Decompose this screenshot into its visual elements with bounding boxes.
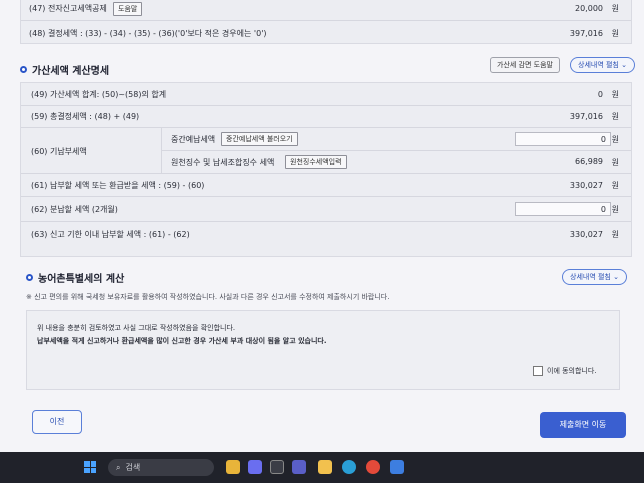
row-61-unit: 원 [611, 180, 619, 190]
penalty-section-title: 가산세액 계산명세 [20, 62, 109, 77]
tax-summary-box: (47) 전자신고세액공제 도움말 20,000 원 (48) 결정세액 : (… [20, 0, 632, 44]
row-60-divider [161, 128, 162, 174]
row-62-unit: 원 [611, 204, 619, 214]
row-63-value: 330,027 [569, 229, 603, 239]
row-47-label: (47) 전자신고세액공제 [29, 4, 107, 13]
row-48-label: (48) 결정세액 : (33) - (34) - (35) - (36)('0… [29, 28, 267, 38]
interim-prepay-input[interactable]: 0 [515, 132, 611, 146]
row-61-value: 330,027 [569, 180, 603, 190]
app-icon[interactable] [390, 460, 404, 474]
edge-icon[interactable] [342, 460, 356, 474]
row-48-value: 397,016 [569, 28, 603, 38]
section-bullet-icon [26, 274, 33, 281]
row-48-unit: 원 [611, 28, 619, 38]
row-60-sub-divider [161, 150, 631, 151]
confirm-line-2: 납부세액을 적게 신고하거나 환급세액을 많이 신고한 경우 가산세 부과 대상… [37, 337, 327, 345]
taskbar-search[interactable]: ⌕ 검색 [108, 459, 214, 476]
row-59-value: 397,016 [569, 112, 603, 121]
teams-icon[interactable] [292, 460, 306, 474]
chat-icon[interactable] [248, 460, 262, 474]
row-62: (62) 분납할 세액 (2개월) 0 원 [21, 197, 631, 222]
row-60: (60) 기납부세액 중간예납세액 중간예납세액 불러오기 0 원 원천징수 및… [21, 128, 631, 174]
row-60-label: (60) 기납부세액 [31, 147, 87, 156]
withholding-unit: 원 [611, 158, 619, 167]
withholding-input-button[interactable]: 원천징수세액입력 [285, 155, 347, 169]
next-button[interactable]: 제출화면 이동 [540, 412, 626, 438]
row-62-label: (62) 분납할 세액 (2개월) [31, 204, 118, 214]
row-63-label: (63) 신고 기한 이내 납부할 세액 : (61) - (62) [31, 229, 190, 239]
row-61-label: (61) 납부할 세액 또는 환급받을 세액 : (59) - (60) [31, 180, 205, 190]
row-59-label: (59) 총결정세액 : (48) + (49) [31, 112, 140, 121]
rural-section-title: 농어촌특별세의 계산 [26, 270, 124, 285]
row-49: (49) 가산세액 합계: (50)~(58)의 합계 0 원 [21, 83, 631, 106]
prev-button[interactable]: 이전 [32, 410, 82, 434]
agree-label: 이에 동의합니다. [547, 367, 597, 375]
penalty-detail-toggle[interactable]: 상세내역 펼침 ⌄ [570, 57, 635, 73]
row-47: (47) 전자신고세액공제 도움말 20,000 원 [21, 0, 631, 21]
rural-detail-toggle[interactable]: 상세내역 펼침 ⌄ [562, 269, 627, 285]
row-63: (63) 신고 기한 이내 납부할 세액 : (61) - (62) 330,0… [21, 222, 631, 246]
penalty-box: (49) 가산세액 합계: (50)~(58)의 합계 0 원 (59) 총결정… [20, 82, 632, 257]
confirm-line-1: 위 내용을 충분히 검토하였고 사실 그대로 작성하였음을 확인합니다. [37, 324, 236, 332]
row-63-unit: 원 [611, 229, 619, 239]
chevron-down-icon: ⌄ [621, 61, 627, 69]
agree-checkbox[interactable] [533, 366, 543, 376]
taskbar-search-label: 검색 [125, 463, 141, 472]
page: (47) 전자신고세액공제 도움말 20,000 원 (48) 결정세액 : (… [0, 0, 644, 452]
withholding-label: 원천징수 및 납세조합징수 세액 [171, 158, 275, 167]
interim-unit: 원 [611, 135, 619, 144]
row-47-unit: 원 [611, 4, 619, 13]
taskbar: ⌕ 검색 [0, 452, 644, 483]
rural-notice: ※ 신고 편의를 위해 국세청 보유자료를 활용하여 작성하였습니다. 사실과 … [26, 293, 390, 301]
windows-start-icon[interactable] [84, 461, 96, 473]
search-icon: ⌕ [116, 462, 121, 472]
camera-icon[interactable] [270, 460, 284, 474]
row-47-value: 20,000 [575, 4, 603, 13]
chrome-icon[interactable] [366, 460, 380, 474]
load-interim-button[interactable]: 중간예납세액 불러오기 [221, 132, 298, 146]
file-explorer-icon[interactable] [226, 460, 240, 474]
row-49-unit: 원 [611, 89, 619, 99]
withholding-value: 66,989 [575, 157, 603, 166]
row-59: (59) 총결정세액 : (48) + (49) 397,016 원 [21, 106, 631, 128]
installment-input[interactable]: 0 [515, 202, 611, 216]
section-bullet-icon [20, 66, 27, 73]
confirm-box: 위 내용을 충분히 검토하였고 사실 그대로 작성하였음을 확인합니다. 납부세… [26, 310, 620, 390]
row-59-unit: 원 [611, 112, 619, 121]
interim-prepay-label: 중간예납세액 [171, 135, 216, 144]
row-49-label: (49) 가산세액 합계: (50)~(58)의 합계 [31, 89, 167, 99]
chevron-down-icon: ⌄ [613, 273, 619, 281]
folder-icon[interactable] [318, 460, 332, 474]
help-button[interactable]: 도움말 [113, 1, 143, 16]
row-49-value: 0 [597, 89, 603, 99]
row-48: (48) 결정세액 : (33) - (34) - (35) - (36)('0… [21, 21, 631, 45]
row-61: (61) 납부할 세액 또는 환급받을 세액 : (59) - (60) 330… [21, 174, 631, 197]
penalty-help-button[interactable]: 가산세 감면 도움말 [490, 57, 560, 73]
